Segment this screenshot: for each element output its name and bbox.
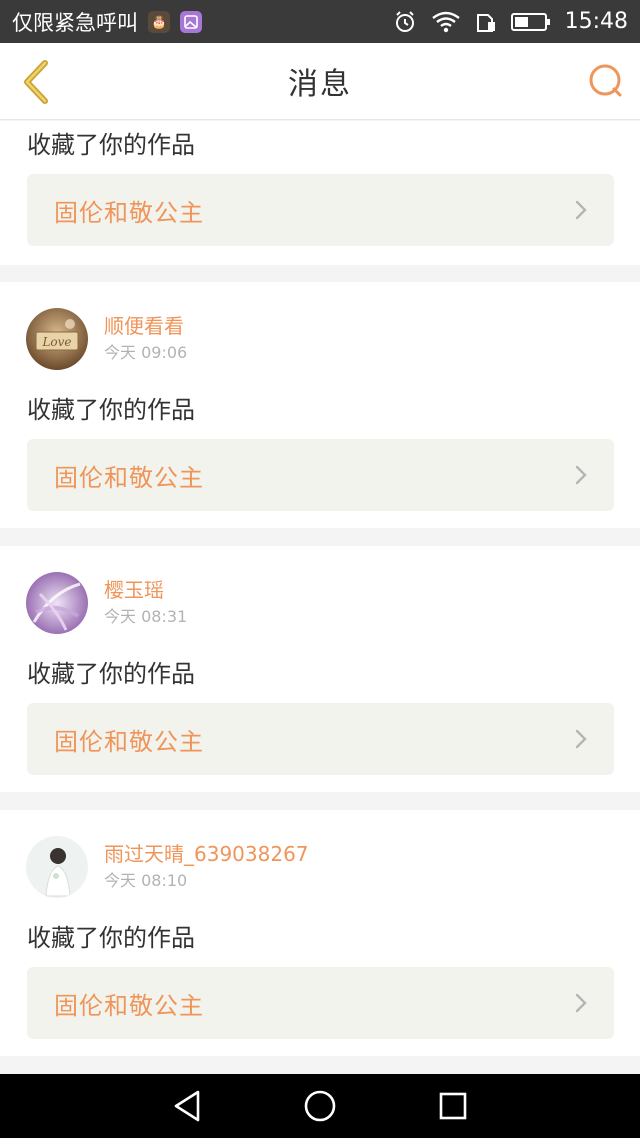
page-title: 消息 bbox=[288, 67, 352, 102]
work-title: 固伦和敬公主 bbox=[54, 463, 204, 492]
carrier-text: 仅限紧急呼叫 bbox=[12, 10, 138, 35]
nav-back-button[interactable] bbox=[167, 1086, 207, 1126]
wifi-icon bbox=[431, 11, 461, 33]
message-list[interactable]: 收藏了你的作品 固伦和敬公主 Love 顺便看看 今天 09:06 收藏了你的作… bbox=[0, 121, 640, 1074]
user-info[interactable]: 雨过天晴_639038267 今天 08:10 bbox=[26, 836, 309, 898]
alarm-icon bbox=[393, 10, 417, 34]
system-nav-bar bbox=[0, 1074, 640, 1138]
nav-recents-icon bbox=[440, 1092, 467, 1120]
username[interactable]: 樱玉瑶 bbox=[104, 576, 187, 604]
username[interactable]: 顺便看看 bbox=[104, 312, 187, 340]
timestamp: 今天 08:10 bbox=[104, 871, 188, 890]
app-header: 消息 bbox=[0, 43, 640, 120]
nav-back-icon bbox=[174, 1090, 199, 1122]
chevron-right-icon bbox=[575, 729, 587, 749]
action-text: 收藏了你的作品 bbox=[27, 131, 195, 159]
battery-icon bbox=[510, 12, 551, 32]
message-card: Love 顺便看看 今天 09:06 收藏了你的作品 固伦和敬公主 bbox=[0, 282, 640, 528]
timestamp: 今天 09:06 bbox=[104, 343, 188, 362]
username[interactable]: 雨过天晴_639038267 bbox=[104, 840, 309, 868]
app-cake-icon: 🎂 bbox=[148, 10, 170, 33]
message-card: 雨过天晴_639038267 今天 08:10 收藏了你的作品 固伦和敬公主 bbox=[0, 810, 640, 1056]
action-text: 收藏了你的作品 bbox=[27, 396, 195, 424]
sim-icon bbox=[475, 11, 497, 33]
avatar[interactable]: Love bbox=[26, 308, 88, 370]
chevron-right-icon bbox=[575, 465, 587, 485]
user-info[interactable]: Love 顺便看看 今天 09:06 bbox=[26, 308, 187, 370]
nav-home-icon bbox=[304, 1090, 336, 1122]
back-button[interactable] bbox=[14, 57, 58, 107]
search-button[interactable] bbox=[586, 61, 626, 101]
clock: 15:48 bbox=[564, 9, 628, 34]
status-bar: 仅限紧急呼叫 🎂 15:48 bbox=[0, 0, 640, 43]
chevron-left-icon bbox=[24, 60, 48, 104]
work-link[interactable]: 固伦和敬公主 bbox=[27, 174, 614, 246]
search-icon bbox=[589, 64, 622, 97]
user-info[interactable]: 樱玉瑶 今天 08:31 bbox=[26, 572, 187, 634]
avatar[interactable] bbox=[26, 836, 88, 898]
timestamp: 今天 08:31 bbox=[104, 607, 188, 626]
gallery-app-icon bbox=[180, 10, 202, 33]
action-text: 收藏了你的作品 bbox=[27, 660, 195, 688]
nav-recents-button[interactable] bbox=[433, 1086, 473, 1126]
work-title: 固伦和敬公主 bbox=[54, 727, 204, 756]
action-text: 收藏了你的作品 bbox=[27, 924, 195, 952]
work-link[interactable]: 固伦和敬公主 bbox=[27, 439, 614, 511]
work-link[interactable]: 固伦和敬公主 bbox=[27, 703, 614, 775]
work-title: 固伦和敬公主 bbox=[54, 198, 204, 227]
message-card: 收藏了你的作品 固伦和敬公主 bbox=[0, 121, 640, 265]
svg-text:Love: Love bbox=[41, 335, 71, 349]
chevron-right-icon bbox=[575, 993, 587, 1013]
work-title: 固伦和敬公主 bbox=[54, 991, 204, 1020]
work-link[interactable]: 固伦和敬公主 bbox=[27, 967, 614, 1039]
message-card: 樱玉瑶 今天 08:31 收藏了你的作品 固伦和敬公主 bbox=[0, 546, 640, 792]
chevron-right-icon bbox=[575, 200, 587, 220]
nav-home-button[interactable] bbox=[300, 1086, 340, 1126]
avatar[interactable] bbox=[26, 572, 88, 634]
